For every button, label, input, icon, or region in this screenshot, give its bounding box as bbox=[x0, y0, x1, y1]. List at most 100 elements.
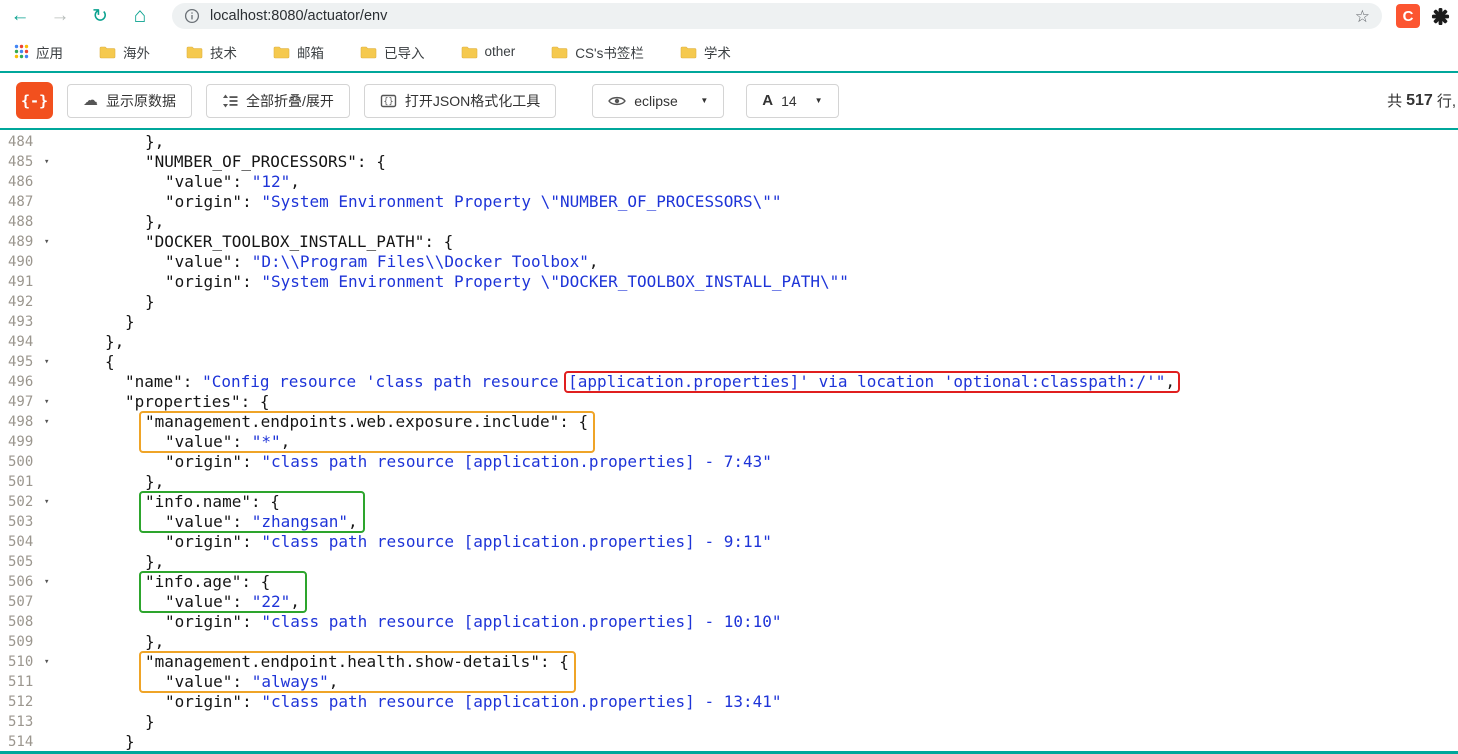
bookmark-folder[interactable]: 学术 bbox=[680, 42, 731, 62]
code-line: 501}, bbox=[0, 472, 1458, 492]
show-raw-data-button[interactable]: ☁ 显示原数据 bbox=[67, 83, 192, 118]
back-button[interactable]: ← bbox=[8, 2, 32, 30]
bookmark-label: 技术 bbox=[210, 45, 237, 61]
folder-icon bbox=[273, 45, 290, 59]
refresh-button[interactable]: ↻ bbox=[88, 2, 112, 30]
code-text: }, bbox=[105, 332, 125, 351]
line-number: 514 bbox=[8, 734, 34, 750]
code-text: }, bbox=[145, 632, 165, 651]
code-line: 504 "origin": "class path resource [appli… bbox=[0, 532, 1458, 552]
collapse-triangle-icon[interactable]: ▾ bbox=[44, 412, 49, 432]
code-line: 505}, bbox=[0, 552, 1458, 572]
bookmark-folder[interactable]: 技术 bbox=[186, 42, 237, 62]
code-line: 489 ▾ "DOCKER_TOOLBOX_INSTALL_PATH": { bbox=[0, 232, 1458, 252]
bookmark-folder[interactable]: other bbox=[461, 44, 516, 59]
collapse-triangle-icon[interactable]: ▾ bbox=[44, 152, 49, 172]
line-number: 489 bbox=[8, 234, 34, 250]
code-text: "origin": "class path resource [applicat… bbox=[165, 452, 772, 471]
code-text: "info.name": { bbox=[145, 492, 280, 511]
code-text: "origin": "System Environment Property \… bbox=[165, 272, 849, 291]
line-number: 502 bbox=[8, 494, 34, 510]
bookmarks-apps-button[interactable]: 应用 bbox=[14, 42, 63, 62]
code-text: "value": "D:\\Program Files\\Docker Tool… bbox=[165, 252, 599, 271]
browser-toolbar: ← → ↻ ⌂ localhost:8080/actuator/env ☆ C bbox=[0, 0, 1458, 32]
theme-value: eclipse bbox=[634, 92, 678, 109]
code-text: }, bbox=[145, 472, 165, 491]
line-number: 503 bbox=[8, 514, 34, 530]
button-label: 全部折叠/展开 bbox=[246, 92, 334, 109]
collapse-triangle-icon[interactable]: ▾ bbox=[44, 232, 49, 252]
cloud-icon: ☁ bbox=[83, 92, 98, 109]
code-text: } bbox=[145, 292, 155, 311]
button-label: 打开JSON格式化工具 bbox=[404, 92, 541, 109]
bookmark-folder[interactable]: 已导入 bbox=[360, 42, 425, 62]
extension-badge-c[interactable]: C bbox=[1396, 4, 1420, 28]
font-size-value: 14 bbox=[781, 92, 797, 109]
code-line: 502 ▾ "info.name": { bbox=[0, 492, 1458, 512]
code-line: 485 ▾ "NUMBER_OF_PROCESSORS": { bbox=[0, 152, 1458, 172]
collapse-triangle-icon[interactable]: ▾ bbox=[44, 392, 49, 412]
bookmark-label: 邮箱 bbox=[297, 45, 324, 61]
code-line: 512 "origin": "class path resource [appli… bbox=[0, 692, 1458, 712]
code-text: "management.endpoints.web.exposure.inclu… bbox=[145, 412, 589, 431]
code-text: } bbox=[145, 712, 155, 731]
line-number: 492 bbox=[8, 294, 34, 310]
folder-icon bbox=[186, 45, 203, 59]
code-line: 509}, bbox=[0, 632, 1458, 652]
home-button[interactable]: ⌂ bbox=[128, 2, 152, 30]
code-text: "value": "12", bbox=[165, 172, 300, 191]
bookmark-folder[interactable]: 海外 bbox=[99, 42, 150, 62]
code-line: 491 "origin": "System Environment Propert… bbox=[0, 272, 1458, 292]
line-number: 512 bbox=[8, 694, 34, 710]
format-tool-icon: {} bbox=[380, 93, 397, 109]
code-line: 503 "value": "zhangsan", bbox=[0, 512, 1458, 532]
line-number: 500 bbox=[8, 454, 34, 470]
code-line: 500 "origin": "class path resource [appli… bbox=[0, 452, 1458, 472]
line-number: 501 bbox=[8, 474, 34, 490]
code-text: "NUMBER_OF_PROCESSORS": { bbox=[145, 152, 386, 171]
code-text: "origin": "class path resource [applicat… bbox=[165, 692, 782, 711]
folder-icon bbox=[360, 45, 377, 59]
line-number: 504 bbox=[8, 534, 34, 550]
chevron-down-icon: ▼ bbox=[700, 96, 709, 105]
code-text: "value": "zhangsan", bbox=[165, 512, 358, 531]
address-bar[interactable]: localhost:8080/actuator/env ☆ bbox=[172, 3, 1382, 29]
code-text: "origin": "class path resource [applicat… bbox=[165, 532, 772, 551]
line-number: 497 bbox=[8, 394, 34, 410]
button-label: 显示原数据 bbox=[106, 92, 176, 109]
bookmark-folder[interactable]: 邮箱 bbox=[273, 42, 324, 62]
code-text: }, bbox=[145, 552, 165, 571]
code-text: "DOCKER_TOOLBOX_INSTALL_PATH": { bbox=[145, 232, 454, 251]
collapse-expand-all-button[interactable]: 全部折叠/展开 bbox=[206, 83, 350, 118]
code-line: 510 ▾ "management.endpoint.health.show-det… bbox=[0, 652, 1458, 672]
collapse-triangle-icon[interactable]: ▾ bbox=[44, 352, 49, 372]
extensions-icon[interactable] bbox=[1428, 4, 1452, 28]
bookmark-star-icon[interactable]: ☆ bbox=[1355, 8, 1370, 25]
open-json-format-tool-button[interactable]: {} 打开JSON格式化工具 bbox=[363, 83, 557, 118]
collapse-triangle-icon[interactable]: ▾ bbox=[44, 572, 49, 592]
line-number: 484 bbox=[8, 134, 34, 150]
line-number: 510 bbox=[8, 654, 34, 670]
collapse-triangle-icon[interactable]: ▾ bbox=[44, 652, 49, 672]
code-line: 494}, bbox=[0, 332, 1458, 352]
code-text: "name": "Config resource 'class path res… bbox=[125, 372, 1175, 391]
code-line: 498 ▾ "management.endpoints.web.exposure.i… bbox=[0, 412, 1458, 432]
code-text: "value": "22", bbox=[165, 592, 300, 611]
collapse-icon bbox=[222, 93, 238, 109]
bookmark-folder[interactable]: CS's书签栏 bbox=[551, 42, 644, 62]
code-text: }, bbox=[145, 212, 165, 231]
forward-button[interactable]: → bbox=[48, 2, 72, 30]
code-line: 513} bbox=[0, 712, 1458, 732]
collapse-triangle-icon[interactable]: ▾ bbox=[44, 492, 49, 512]
code-text: "value": "always", bbox=[165, 672, 339, 691]
line-number: 505 bbox=[8, 554, 34, 570]
line-number: 495 bbox=[8, 354, 34, 370]
bookmark-label: 海外 bbox=[123, 45, 150, 61]
folder-icon bbox=[99, 45, 116, 59]
code-line: 484}, bbox=[0, 132, 1458, 152]
theme-select[interactable]: eclipse ▼ bbox=[592, 83, 725, 118]
font-size-select[interactable]: A 14 ▼ bbox=[746, 83, 839, 118]
bookmark-label: other bbox=[484, 44, 516, 59]
site-info-icon[interactable] bbox=[184, 8, 200, 24]
line-number: 493 bbox=[8, 314, 34, 330]
